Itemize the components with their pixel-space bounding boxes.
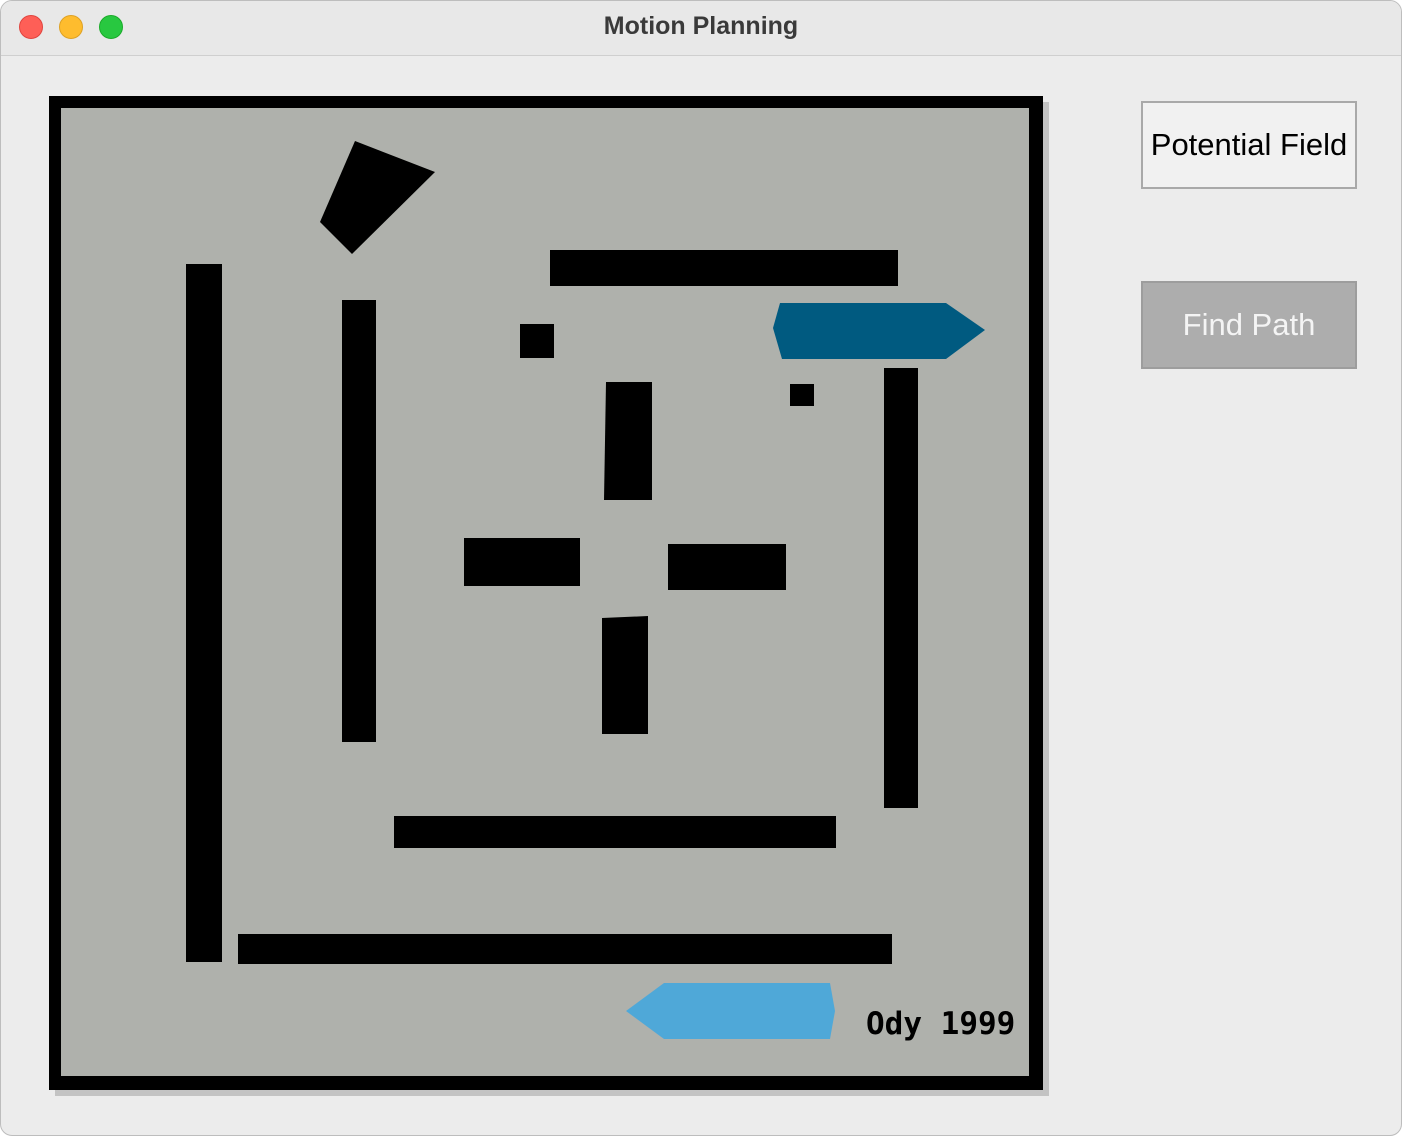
obstacle-center-bottom[interactable]: [602, 616, 648, 734]
window-title: Motion Planning: [603, 12, 799, 40]
obstacle-tiny-square[interactable]: [790, 384, 814, 406]
workspace-canvas[interactable]: Ody 1999: [49, 96, 1049, 1096]
find-path-button[interactable]: Find Path: [1141, 281, 1357, 369]
obstacle-center-right[interactable]: [668, 544, 786, 590]
obstacle-left-long-bar[interactable]: [186, 264, 222, 962]
obstacle-right-bar[interactable]: [884, 368, 918, 808]
signature-text: Ody 1999: [866, 1006, 1015, 1042]
obstacle-small-square[interactable]: [520, 324, 554, 358]
obstacle-lower-bar[interactable]: [394, 816, 836, 848]
potential-field-button[interactable]: Potential Field: [1141, 101, 1357, 189]
start-robot[interactable]: [773, 303, 985, 359]
obstacle-center-top[interactable]: [604, 382, 652, 500]
obstacle-top-bar[interactable]: [550, 250, 898, 286]
obstacle-left-inner-bar[interactable]: [342, 300, 376, 742]
app-window: Motion Planning Ody 1999 Potential Field…: [0, 0, 1402, 1136]
obstacle-center-left[interactable]: [464, 538, 580, 586]
workspace-svg[interactable]: Ody 1999: [49, 96, 1049, 1096]
title-bar[interactable]: Motion Planning: [1, 1, 1401, 56]
obstacle-bottom-bar[interactable]: [238, 934, 892, 964]
goal-robot[interactable]: [626, 983, 835, 1039]
